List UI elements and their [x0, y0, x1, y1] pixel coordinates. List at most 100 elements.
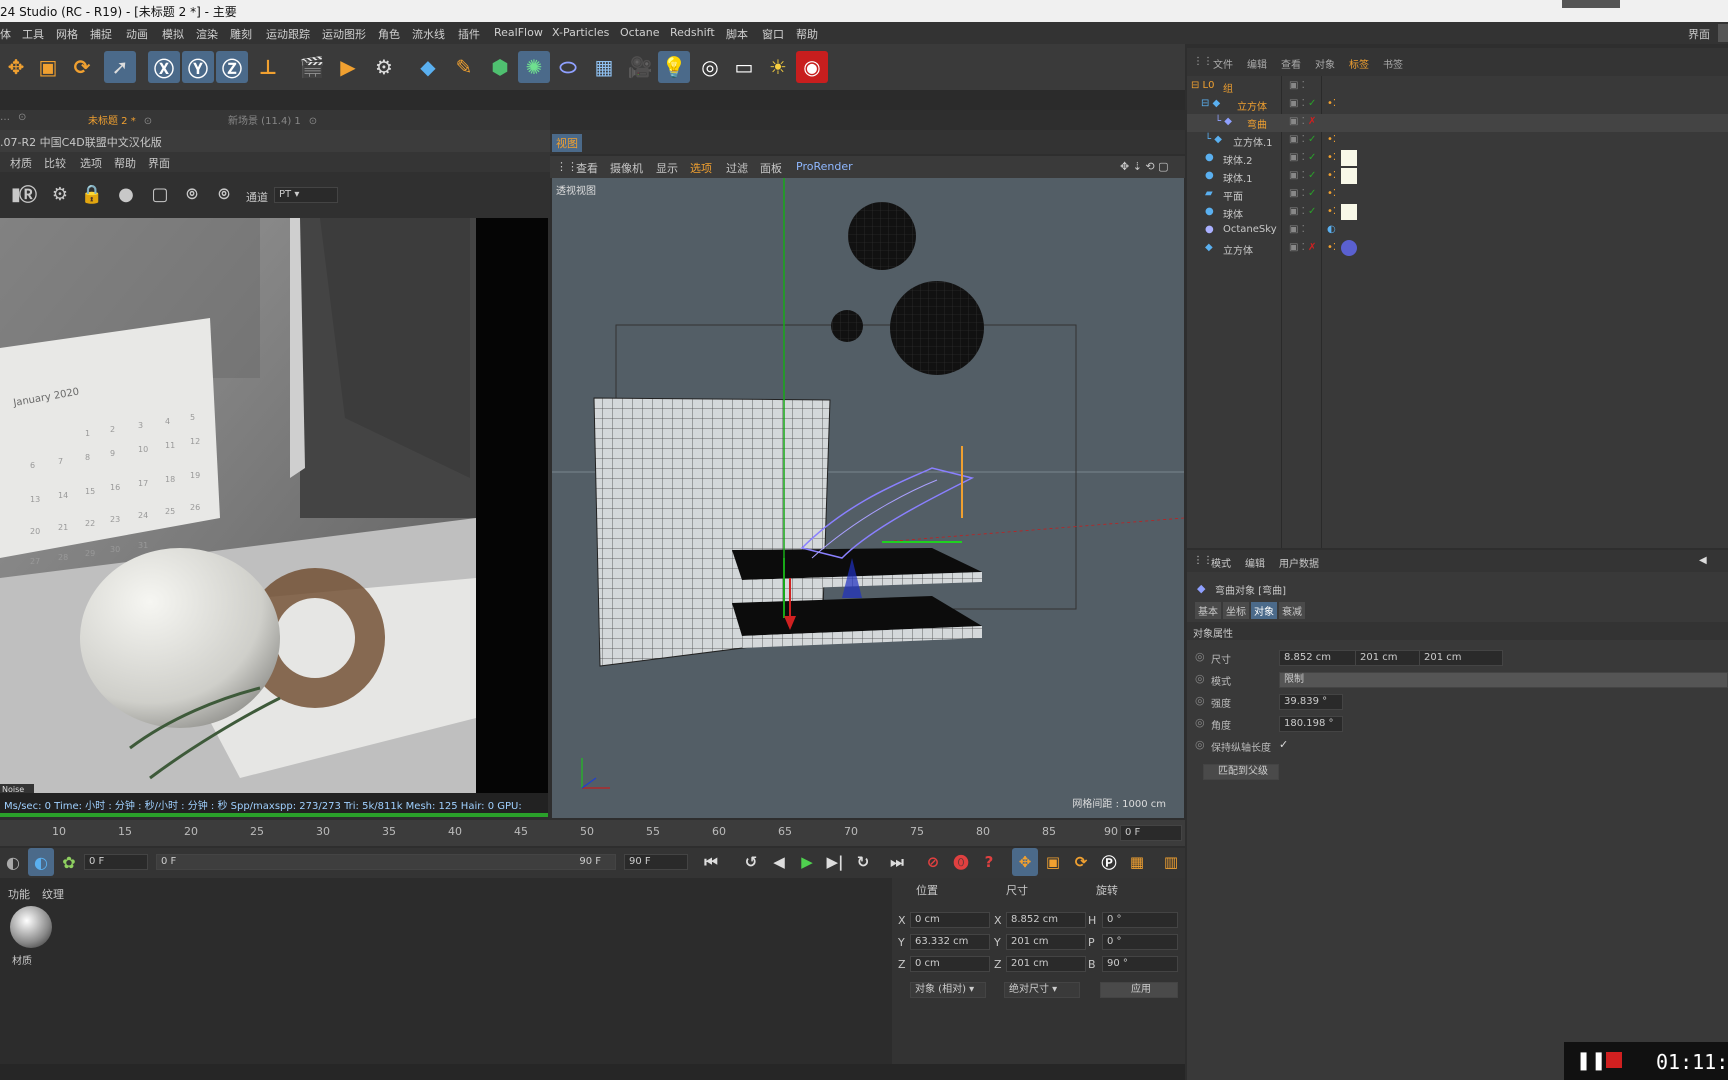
attr-tab[interactable]: 基本	[1195, 602, 1221, 619]
rotation-h-field[interactable]: 0 °	[1102, 912, 1178, 928]
end-frame-field[interactable]: 90 F	[624, 854, 688, 870]
om-menu-item[interactable]: 查看	[1281, 56, 1301, 71]
perspective-viewport[interactable]: 透视视图 网格间距: 1000 cm	[552, 178, 1184, 818]
menu-item[interactable]: 窗口	[762, 26, 784, 42]
ipr-menu-item[interactable]: 帮助	[114, 155, 136, 171]
viewport-menu-item[interactable]: 面板	[760, 160, 782, 176]
material-name[interactable]: 材质	[12, 952, 32, 967]
menu-item[interactable]: 捕捉	[90, 26, 112, 42]
attr-tab[interactable]: 坐标	[1223, 602, 1249, 619]
octane-live-icon[interactable]: ◐	[28, 848, 54, 876]
go-to-start-icon[interactable]: ⏮	[698, 848, 724, 876]
animate-icon[interactable]: ◎	[1195, 716, 1205, 729]
visibility-toggle[interactable]: ▣ ⁚ ✗	[1289, 116, 1316, 127]
visibility-toggle[interactable]: ▣ ⁚ ✓	[1289, 188, 1316, 199]
ipr-menu-item[interactable]: 选项	[80, 155, 102, 171]
pause-icon[interactable]: ❚❚	[1576, 1050, 1606, 1071]
om-menu-item[interactable]: 编辑	[1247, 56, 1267, 71]
viewport-menu-item[interactable]: 摄像机	[610, 160, 643, 176]
visibility-toggle[interactable]: ▣ ⁚ ✗	[1289, 242, 1316, 253]
menu-item[interactable]: 雕刻	[230, 26, 252, 42]
stop-record-icon[interactable]	[1606, 1052, 1622, 1068]
auto-keying-icon[interactable]: ⓿	[948, 848, 974, 876]
environment-tag-icon[interactable]: ◐	[1327, 224, 1336, 235]
material-tag[interactable]	[1341, 204, 1357, 220]
floor-icon[interactable]: ▦	[588, 51, 620, 83]
coord-mode-select[interactable]: 对象 (相对) ▾	[910, 982, 986, 998]
move-icon[interactable]: ✥	[0, 51, 32, 83]
key-parameter-icon[interactable]: Ⓟ	[1096, 848, 1122, 876]
tag-icon[interactable]: •⁚	[1327, 152, 1336, 163]
render-settings-icon[interactable]: ⚙	[368, 51, 400, 83]
material-swatch[interactable]	[10, 906, 52, 948]
size-z-field[interactable]: 201 cm	[1006, 956, 1086, 972]
channel-select[interactable]: PT ▾	[274, 187, 338, 203]
back-arrow-icon[interactable]: ◀	[1699, 555, 1707, 566]
prev-key-icon[interactable]: ↺	[738, 848, 764, 876]
menu-item[interactable]: 网格	[56, 26, 78, 42]
object-row[interactable]: ● 球体.1 ▣ ⁚ ✓ •⁚	[1187, 168, 1728, 186]
object-row[interactable]: ⊟ ◆ 立方体 ▣ ⁚ ✓ •⁚	[1187, 96, 1728, 114]
menu-item[interactable]: 模拟	[162, 26, 184, 42]
tag-icon[interactable]: •⁚	[1327, 134, 1336, 145]
tag-icon[interactable]: •⁚	[1327, 98, 1336, 109]
pick-focus-icon[interactable]: ⌾	[176, 178, 208, 210]
cube-icon[interactable]: ◆	[412, 51, 444, 83]
key-scale-icon[interactable]: ▣	[1040, 848, 1066, 876]
visibility-toggle[interactable]: ▣ ⁚	[1289, 224, 1305, 235]
record-mode-icon[interactable]: ◐	[0, 848, 26, 876]
tag-icon[interactable]: •⁚	[1327, 188, 1336, 199]
object-row[interactable]: ◆ 立方体 ▣ ⁚ ✗ •⁚	[1187, 240, 1728, 258]
object-row[interactable]: ▰ 平面 ▣ ⁚ ✓ •⁚	[1187, 186, 1728, 204]
x-axis-icon[interactable]: Ⓧ	[148, 51, 180, 83]
layout-label[interactable]: 界面	[1688, 26, 1710, 42]
octane-camera-icon[interactable]: ◉	[796, 51, 828, 83]
key-rotation-icon[interactable]: ⟳	[1068, 848, 1094, 876]
frame-field[interactable]: 0 F	[1120, 825, 1182, 841]
render-view-icon[interactable]: 🎬	[296, 51, 328, 83]
mode-dropdown[interactable]: 限制	[1279, 672, 1728, 688]
rotate-icon[interactable]: ⟳	[66, 51, 98, 83]
keep-length-checkbox[interactable]: ✓	[1279, 738, 1288, 751]
animate-icon[interactable]: ◎	[1195, 672, 1205, 685]
prev-frame-icon[interactable]: ◀	[766, 848, 792, 876]
menu-item[interactable]: 帮助	[796, 26, 818, 42]
visibility-toggle[interactable]: ▣ ⁚ ✓	[1289, 152, 1316, 163]
next-key-icon[interactable]: ↻	[850, 848, 876, 876]
size-mode-select[interactable]: 绝对尺寸 ▾	[1004, 982, 1080, 998]
rotation-p-field[interactable]: 0 °	[1102, 934, 1178, 950]
visibility-toggle[interactable]: ▣ ⁚ ✓	[1289, 98, 1316, 109]
horizontal-scrollbar[interactable]	[0, 1064, 1185, 1080]
rotation-b-field[interactable]: 90 °	[1102, 956, 1178, 972]
object-row[interactable]: └ ◆ 立方体.1 ▣ ⁚ ✓ •⁚	[1187, 132, 1728, 150]
position-y-field[interactable]: 63.332 cm	[910, 934, 990, 950]
attr-tab[interactable]: 衰减	[1279, 602, 1305, 619]
layout-dropdown[interactable]	[1718, 24, 1728, 42]
material-menu-item[interactable]: 纹理	[42, 886, 64, 902]
viewport-nav-icons[interactable]: ✥ ⇣ ⟲ ▢	[1120, 160, 1169, 173]
viewport-tab[interactable]: 视图	[552, 134, 582, 152]
menu-item[interactable]: 体	[0, 26, 11, 42]
menu-item[interactable]: 运动跟踪	[266, 26, 310, 42]
animate-icon[interactable]: ◎	[1195, 738, 1205, 751]
window-control[interactable]	[1562, 0, 1620, 8]
key-pla-icon[interactable]: ▦	[1124, 848, 1150, 876]
reload-icon[interactable]: Ⓡ	[12, 178, 44, 210]
octane-area-light-icon[interactable]: ▭	[728, 51, 760, 83]
octane-target-icon[interactable]: ◎	[694, 51, 726, 83]
om-menu-item[interactable]: 对象	[1315, 56, 1335, 71]
menu-item[interactable]: 运动图形	[322, 26, 366, 42]
scale-icon[interactable]: ▣	[32, 51, 64, 83]
strength-field[interactable]: 39.839 °	[1279, 694, 1343, 710]
tag-icon[interactable]: •⁚	[1327, 242, 1336, 253]
select-icon[interactable]: ➚	[104, 51, 136, 83]
viewport-menu-item[interactable]: 显示	[656, 160, 678, 176]
am-menu-item[interactable]: 编辑	[1245, 555, 1265, 570]
attr-tab-active[interactable]: 对象	[1251, 602, 1277, 619]
octane-sun-icon[interactable]: ☀	[762, 51, 794, 83]
position-x-field[interactable]: 0 cm	[910, 912, 990, 928]
position-z-field[interactable]: 0 cm	[910, 956, 990, 972]
object-row[interactable]: ● 球体.2 ▣ ⁚ ✓ •⁚	[1187, 150, 1728, 168]
material-menu-item[interactable]: 功能	[8, 886, 30, 902]
menu-item[interactable]: 动画	[126, 26, 148, 42]
